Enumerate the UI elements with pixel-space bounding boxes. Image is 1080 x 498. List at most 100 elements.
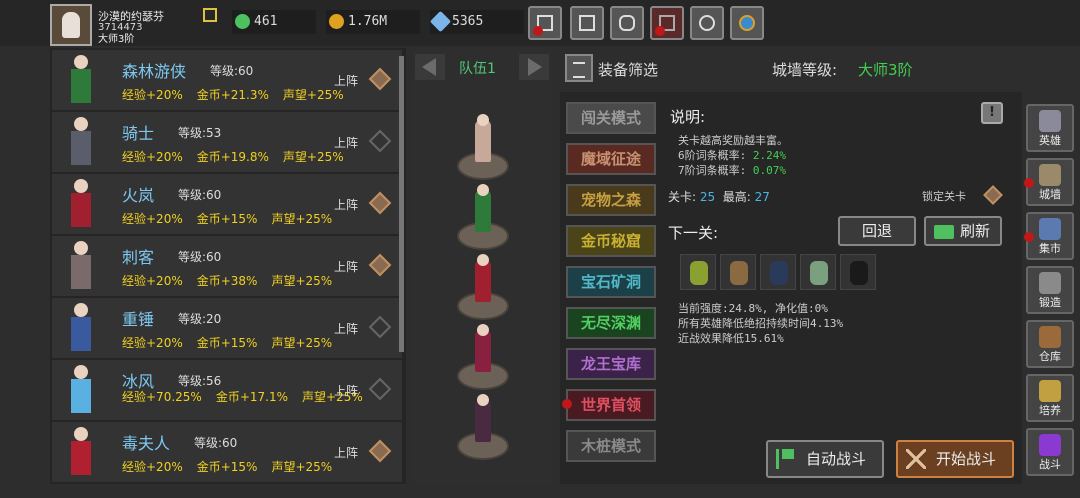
hero-name: 森林游侠 bbox=[122, 62, 187, 81]
side-menu-helmet[interactable]: 英雄 bbox=[1026, 104, 1074, 152]
hero-level-label: 等级: bbox=[178, 374, 207, 388]
team-slot[interactable] bbox=[455, 254, 511, 320]
mode-tab[interactable]: 魔域征途 bbox=[566, 143, 656, 175]
team-slot[interactable] bbox=[455, 114, 511, 180]
side-menu-anvil[interactable]: 锻造 bbox=[1026, 266, 1074, 314]
hero-level-label: 等级: bbox=[178, 312, 207, 326]
enemy-portrait[interactable] bbox=[720, 254, 756, 290]
side-menu-warehouse[interactable]: 仓库 bbox=[1026, 320, 1074, 368]
alert-badge bbox=[562, 399, 572, 409]
gold-value: 1.76M bbox=[348, 14, 388, 29]
mode-tab[interactable]: 世界首领 bbox=[566, 389, 656, 421]
hero-portrait bbox=[60, 239, 104, 293]
deploy-toggle[interactable] bbox=[368, 191, 392, 215]
deploy-label[interactable]: 上阵 bbox=[334, 320, 358, 337]
hero-bonus-gold: 金币+19.8% bbox=[196, 150, 269, 164]
spin-wheel-icon bbox=[739, 15, 755, 31]
refresh-button[interactable]: 刷新 bbox=[924, 216, 1002, 246]
hero-portrait bbox=[60, 363, 104, 417]
wall-level-label: 城墙等级: bbox=[772, 61, 838, 79]
auto-battle-button[interactable]: 自动战斗 bbox=[766, 440, 884, 478]
mode-tab[interactable]: 木桩模式 bbox=[566, 430, 656, 462]
mode-tab[interactable]: 宝石矿洞 bbox=[566, 266, 656, 298]
back-button[interactable]: 回退 bbox=[838, 216, 916, 246]
deploy-toggle[interactable] bbox=[368, 315, 392, 339]
mode-tab[interactable]: 无尽深渊 bbox=[566, 307, 656, 339]
hero-bonus-gold: 金币+15% bbox=[196, 336, 258, 350]
energy-counter: 461 bbox=[232, 10, 316, 34]
next-team-arrow[interactable] bbox=[519, 54, 549, 80]
hero-row[interactable]: 毒夫人 等级:60 经验+20% 金币+15% 声望+25% 上阵 bbox=[52, 422, 402, 482]
deploy-label[interactable]: 上阵 bbox=[334, 444, 358, 461]
hero-row[interactable]: 刺客 等级:60 经验+20% 金币+38% 声望+25% 上阵 bbox=[52, 236, 402, 296]
hero-name: 冰风 bbox=[122, 372, 155, 391]
equipment-filter-label[interactable]: 装备筛选 bbox=[598, 59, 658, 80]
team-slot[interactable] bbox=[455, 394, 511, 460]
hero-bonus-gold: 金币+15% bbox=[196, 460, 258, 474]
start-battle-button[interactable]: 开始战斗 bbox=[896, 440, 1014, 478]
deploy-toggle[interactable] bbox=[368, 253, 392, 277]
shop-button[interactable] bbox=[528, 6, 562, 40]
lock-stage-toggle[interactable] bbox=[983, 185, 1003, 205]
flag-icon bbox=[776, 449, 796, 469]
enemy-portrait[interactable] bbox=[840, 254, 876, 290]
mode-tab[interactable]: 宠物之森 bbox=[566, 184, 656, 216]
mode-tab[interactable]: 闯关模式 bbox=[566, 102, 656, 134]
diamond-icon bbox=[429, 10, 452, 33]
deploy-label[interactable]: 上阵 bbox=[334, 382, 358, 399]
video-ad-icon bbox=[934, 225, 954, 239]
energy-icon bbox=[235, 14, 250, 29]
side-menu-portal[interactable]: 战斗 bbox=[1026, 428, 1074, 476]
hero-bonuses: 经验+20% 金币+38% 声望+25% bbox=[122, 272, 346, 289]
player-avatar[interactable] bbox=[50, 4, 92, 46]
team-slot[interactable] bbox=[455, 184, 511, 250]
side-menu-castle[interactable]: 城墙 bbox=[1024, 158, 1074, 206]
hero-level: 等级:20 bbox=[178, 310, 221, 327]
hero-bonuses: 经验+20% 金币+15% 声望+25% bbox=[122, 458, 346, 475]
gamepad-button[interactable] bbox=[610, 6, 644, 40]
hero-level: 等级:60 bbox=[178, 248, 221, 265]
enemy-portrait[interactable] bbox=[760, 254, 796, 290]
side-menu-label: 城墙 bbox=[1039, 188, 1061, 201]
hero-name: 刺客 bbox=[122, 248, 155, 267]
hero-list-scrollbar[interactable] bbox=[399, 56, 404, 352]
hero-portrait bbox=[60, 115, 104, 169]
deploy-toggle[interactable] bbox=[368, 67, 392, 91]
hero-row[interactable]: 骑士 等级:53 经验+20% 金币+19.8% 声望+25% 上阵 bbox=[52, 112, 402, 172]
hero-level-value: 60 bbox=[206, 188, 222, 202]
diamond-value: 5365 bbox=[452, 14, 484, 29]
equipment-filter-button[interactable] bbox=[565, 54, 593, 82]
hero-row[interactable]: 森林游侠 等级:60 经验+20% 金币+21.3% 声望+25% 上阵 bbox=[52, 50, 402, 110]
hero-name: 骑士 bbox=[122, 124, 155, 143]
deploy-toggle[interactable] bbox=[368, 439, 392, 463]
deploy-toggle[interactable] bbox=[368, 129, 392, 153]
hero-row[interactable]: 火岚 等级:60 经验+20% 金币+15% 声望+25% 上阵 bbox=[52, 174, 402, 234]
settings-button[interactable] bbox=[690, 6, 724, 40]
spin-wheel-button[interactable] bbox=[730, 6, 764, 40]
event-button[interactable] bbox=[650, 6, 684, 40]
help-button[interactable]: ! bbox=[981, 102, 1003, 124]
hero-row[interactable]: 重锤 等级:20 经验+20% 金币+15% 声望+25% 上阵 bbox=[52, 298, 402, 358]
deploy-label[interactable]: 上阵 bbox=[334, 258, 358, 275]
enemy-portrait[interactable] bbox=[800, 254, 836, 290]
mode-tab[interactable]: 龙王宝库 bbox=[566, 348, 656, 380]
side-menu-market[interactable]: 集市 bbox=[1024, 212, 1074, 260]
hero-bonus-gold: 金币+38% bbox=[196, 274, 258, 288]
hero-row[interactable]: 冰风 等级:56 经验+70.25% 金币+17.1% 声望+25% 上阵 bbox=[52, 360, 402, 420]
deploy-label[interactable]: 上阵 bbox=[334, 72, 358, 89]
deploy-label[interactable]: 上阵 bbox=[334, 196, 358, 213]
settings-icon bbox=[699, 15, 715, 31]
deploy-label[interactable]: 上阵 bbox=[334, 134, 358, 151]
mail-button[interactable] bbox=[570, 6, 604, 40]
market-icon bbox=[1039, 218, 1061, 240]
diamond-counter: 5365 bbox=[429, 10, 524, 34]
top-bar: 沙漠的约瑟芬 3714473 大师3阶 461 1.76M 5365 bbox=[0, 0, 1080, 46]
deploy-toggle[interactable] bbox=[368, 377, 392, 401]
mode-tab[interactable]: 金币秘窟 bbox=[566, 225, 656, 257]
team-slot[interactable] bbox=[455, 324, 511, 390]
side-menu-cultivate[interactable]: 培养 bbox=[1026, 374, 1074, 422]
enemy-portrait[interactable] bbox=[680, 254, 716, 290]
edit-name-icon[interactable] bbox=[203, 8, 217, 22]
prev-team-arrow[interactable] bbox=[415, 54, 445, 80]
hero-level: 等级:60 bbox=[210, 62, 253, 79]
